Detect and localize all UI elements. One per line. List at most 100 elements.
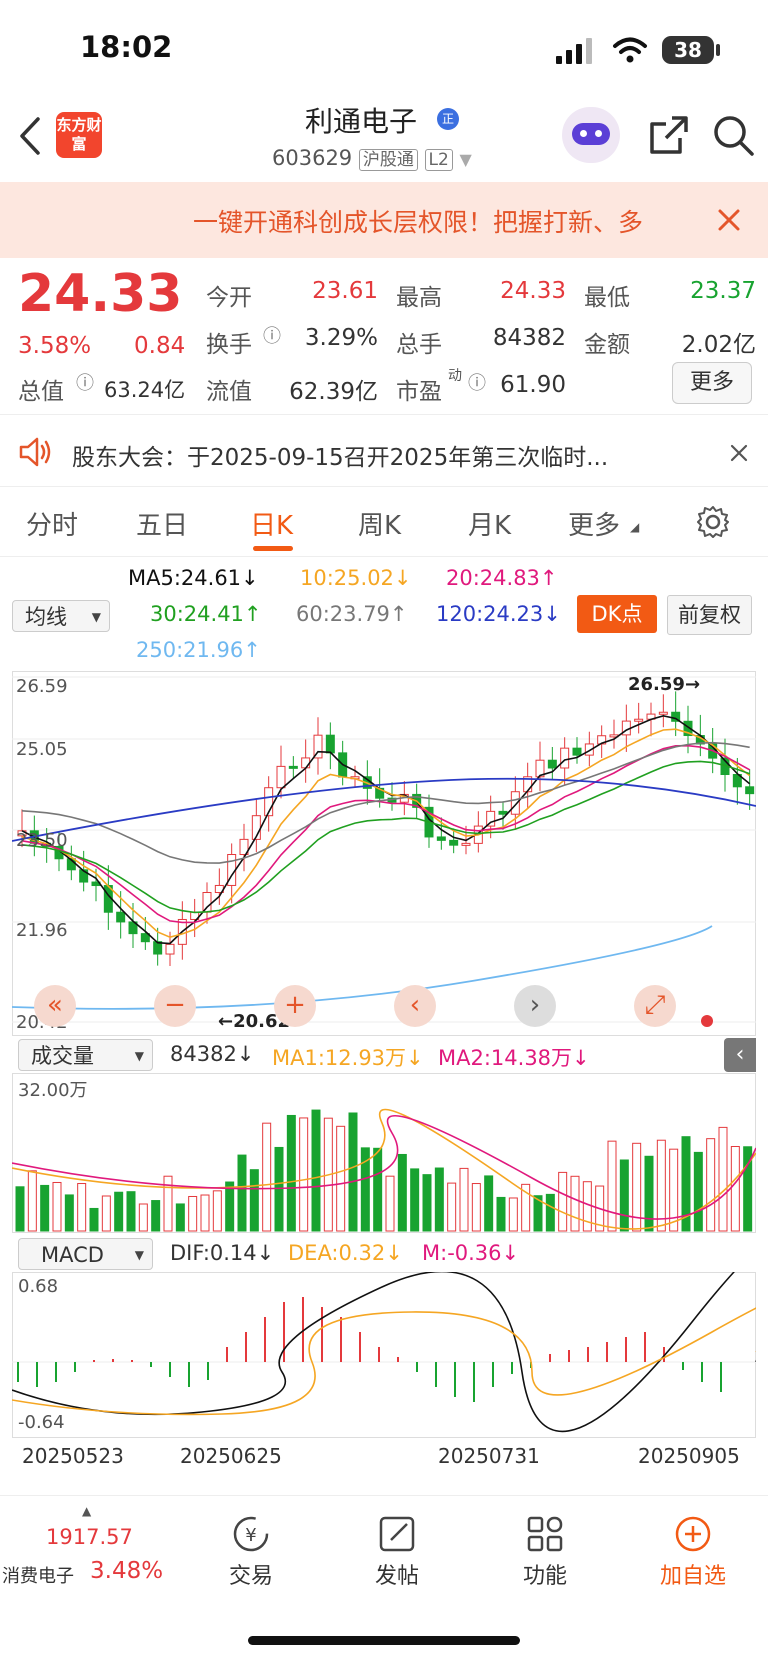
signal-icon	[556, 38, 592, 64]
indicator-select[interactable]: 均线 ▼	[12, 600, 110, 632]
change-amount: 0.84	[134, 333, 186, 359]
divider	[0, 414, 768, 415]
volume-bar	[706, 1138, 716, 1232]
stock-code: 603629	[272, 146, 353, 170]
trade-label[interactable]: 交易	[196, 1558, 306, 1590]
zoom-out-icon[interactable]: −	[154, 985, 196, 1027]
volume-ma2: MA2:14.38万↓	[438, 1046, 590, 1070]
candle-body	[165, 943, 175, 955]
date-label: 20250905	[638, 1444, 740, 1468]
macd-axis-top: 0.68	[18, 1276, 59, 1297]
volume-bar	[459, 1167, 469, 1232]
volume-bar	[52, 1181, 62, 1232]
candle-body	[116, 911, 126, 923]
rewind-icon[interactable]: «	[34, 985, 76, 1027]
volume-bar	[644, 1155, 654, 1232]
volume-bar	[237, 1154, 247, 1232]
close-icon[interactable]	[730, 444, 748, 462]
kline-axis-l3: 23.50	[16, 830, 68, 851]
info-icon[interactable]: ⓘ	[468, 369, 486, 395]
notice-text[interactable]: 股东大会：于2025-09-15召开2025年第三次临时...	[72, 438, 692, 472]
speaker-icon	[19, 437, 51, 467]
volume-bar	[262, 1122, 272, 1232]
sector-index-value[interactable]: 1917.57	[46, 1525, 133, 1549]
volume-bar	[89, 1207, 99, 1232]
volume-bar	[114, 1191, 124, 1232]
post-label[interactable]: 发帖	[342, 1558, 452, 1590]
volume-bar	[175, 1203, 185, 1232]
search-icon[interactable]	[712, 114, 756, 158]
volume-indicator-select[interactable]: 成交量 ▼	[18, 1039, 153, 1071]
volume-bar	[299, 1117, 309, 1232]
stock-code-row[interactable]: 603629 沪股通 L2 ▼	[272, 146, 472, 172]
sector-change: 3.48%	[90, 1558, 164, 1584]
volume-bar	[225, 1181, 235, 1232]
volume-bar	[693, 1151, 703, 1232]
ma30-legend: 30:24.41↑	[150, 602, 262, 626]
post-icon[interactable]	[342, 1514, 452, 1562]
candle-body	[461, 842, 471, 846]
info-icon[interactable]: ⓘ	[76, 369, 94, 395]
volume-bar	[311, 1109, 321, 1232]
candle-body	[658, 711, 668, 715]
collapse-arrow-icon[interactable]: ‹	[724, 1038, 756, 1072]
zoom-in-icon[interactable]: +	[274, 985, 316, 1027]
volume-bar	[336, 1125, 346, 1232]
add-watchlist-label[interactable]: 加自选	[638, 1558, 748, 1590]
macd-select-label: MACD	[41, 1243, 104, 1267]
fullscreen-icon[interactable]: ⤢	[634, 985, 676, 1027]
volume-bar	[286, 1114, 296, 1232]
sector-name[interactable]: 消费电子	[2, 1562, 74, 1588]
tab-weekly-k[interactable]: 周K	[358, 505, 401, 542]
candle-body	[745, 786, 755, 795]
more-button[interactable]: 更多	[672, 362, 752, 404]
tab-intraday[interactable]: 分时	[26, 505, 78, 542]
volume-bar	[249, 1169, 259, 1232]
turnover-value: 3.29%	[304, 325, 378, 351]
volume-value: 84382	[492, 325, 566, 351]
functions-label[interactable]: 功能	[490, 1558, 600, 1590]
volume-bar	[151, 1200, 161, 1232]
macd-dea: DEA:0.32↓	[288, 1241, 403, 1265]
volume-ma1-line	[12, 1108, 756, 1230]
prev-icon[interactable]: ‹	[394, 985, 436, 1027]
volume-bar	[471, 1183, 481, 1232]
trade-icon[interactable]: ¥	[196, 1514, 306, 1562]
volume-bar	[545, 1193, 555, 1232]
low-value: 23.37	[690, 278, 756, 304]
functions-icon[interactable]	[490, 1514, 600, 1562]
mktcap-value: 63.24亿	[104, 378, 186, 402]
macd-plot	[12, 1272, 756, 1433]
divider	[0, 486, 768, 487]
next-icon[interactable]: ›	[514, 985, 556, 1027]
macd-dif: DIF:0.14↓	[170, 1241, 275, 1265]
volume-bar	[496, 1196, 506, 1232]
assistant-robot-icon[interactable]	[562, 107, 620, 163]
candle-body	[436, 836, 446, 841]
macd-indicator-select[interactable]: MACD ▼	[18, 1238, 153, 1270]
tab-more[interactable]: 更多	[568, 505, 620, 542]
volume-axis-top: 32.00万	[18, 1080, 88, 1101]
add-watchlist-icon[interactable]	[638, 1514, 748, 1562]
dk-point-button[interactable]: DK点	[577, 595, 657, 633]
change-percent: 3.58%	[18, 333, 92, 359]
volume-bar	[410, 1168, 420, 1232]
open-value: 23.61	[312, 278, 378, 304]
chevron-down-icon: ▼	[134, 1049, 144, 1063]
expand-up-icon[interactable]: ▲	[82, 1504, 91, 1518]
tab-daily-k[interactable]: 日K	[250, 505, 293, 542]
tab-monthly-k[interactable]: 月K	[468, 505, 511, 542]
back-arrow-icon[interactable]	[18, 116, 42, 156]
tab-five-day[interactable]: 五日	[136, 505, 188, 542]
share-icon[interactable]	[648, 114, 690, 156]
current-price: 24.33	[18, 264, 183, 324]
volume-bar	[582, 1181, 592, 1232]
candle-body	[325, 734, 335, 754]
close-icon[interactable]	[717, 208, 741, 232]
info-icon[interactable]: ⓘ	[263, 322, 281, 348]
gear-icon[interactable]	[696, 505, 730, 539]
forward-adjust-button[interactable]: 前复权	[667, 595, 752, 635]
svg-text:¥: ¥	[245, 1525, 256, 1546]
kline-axis-top: 26.59	[16, 676, 68, 697]
battery-tip	[716, 44, 720, 56]
